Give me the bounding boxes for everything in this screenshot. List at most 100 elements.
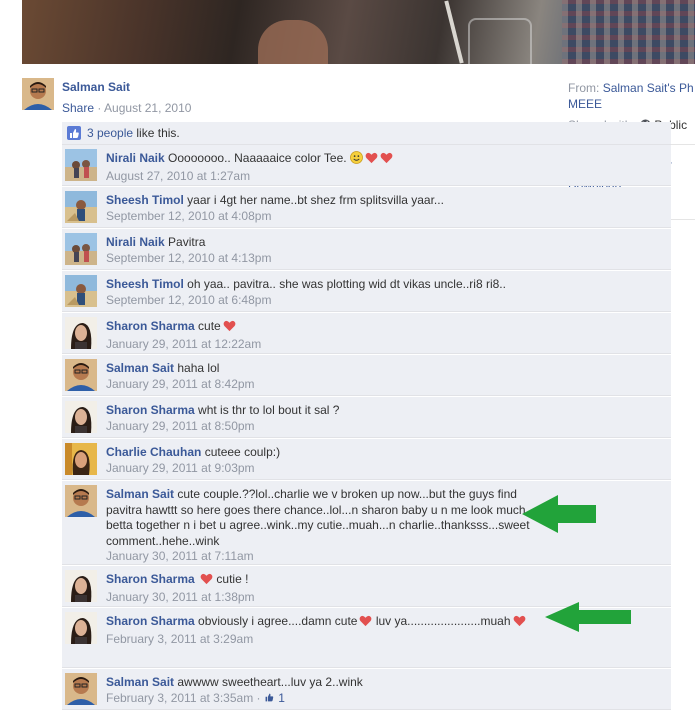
comment-body: Salman Sait cute couple.??lol..charlie w…: [106, 487, 546, 565]
commenter-avatar[interactable]: [65, 233, 97, 265]
comment-body: Sharon Sharma cutie ! January 30, 2011 at…: [106, 572, 546, 605]
commenter-avatar[interactable]: [65, 401, 97, 433]
likes-bar: 3 people like this.: [62, 122, 671, 145]
heart-emoticon-icon: [380, 152, 393, 169]
comment-time-link[interactable]: January 29, 2011 at 9:03pm: [106, 461, 255, 475]
heart-emoticon-icon: [513, 615, 526, 632]
commenter-name[interactable]: Nirali Naik: [106, 151, 165, 165]
comment-body: Nirali Naik Oooooooo.. Naaaaaice color T…: [106, 151, 546, 184]
commenter-avatar[interactable]: [65, 570, 97, 602]
comment-body: Charlie Chauhan cuteee coulp:) January 29…: [106, 445, 546, 476]
comment-timestamp: January 29, 2011 at 12:22am: [106, 337, 546, 353]
comment-time-link[interactable]: January 30, 2011 at 1:38pm: [106, 590, 255, 604]
share-link[interactable]: Share: [62, 101, 94, 115]
smiley-emoticon-icon: [349, 151, 363, 169]
comment-timestamp: January 29, 2011 at 8:42pm: [106, 377, 546, 393]
heart-emoticon-icon: [365, 152, 378, 169]
comment-text: obviously i agree....damn cute: [198, 614, 358, 628]
photo-glass: [468, 18, 532, 64]
commenter-name[interactable]: Salman Sait: [106, 487, 174, 501]
comment-timestamp: January 30, 2011 at 7:11am: [106, 549, 546, 565]
comment-body: Salman Sait haha lol January 29, 2011 at …: [106, 361, 546, 392]
comment-item: Sheesh Timol yaar i 4gt her name..bt she…: [62, 187, 671, 228]
comment-time-link[interactable]: February 3, 2011 at 3:29am: [106, 632, 253, 646]
comment-timestamp: January 29, 2011 at 8:50pm: [106, 419, 546, 435]
thumbs-up-icon: [67, 126, 81, 140]
comment-body: Salman Sait awwww sweetheart...luv ya 2.…: [106, 675, 546, 706]
commenter-name[interactable]: Charlie Chauhan: [106, 445, 201, 459]
photo-straw: [444, 0, 464, 64]
comment-text: cutie !: [216, 572, 249, 586]
comment-text: cuteee coulp:): [204, 445, 281, 459]
comment-timestamp: September 12, 2010 at 6:48pm: [106, 293, 546, 309]
comment-body: Sheesh Timol yaar i 4gt her name..bt she…: [106, 193, 546, 224]
commenter-avatar[interactable]: [65, 612, 97, 644]
comment-text: oh yaa.. pavitra.. she was plotting wid …: [187, 277, 506, 291]
comment-like-count[interactable]: 1: [264, 691, 285, 705]
comment-text: wht is thr to lol bout it sal ?: [198, 403, 340, 417]
comment-body: Sharon Sharma wht is thr to lol bout it …: [106, 403, 546, 434]
likes-suffix: like this.: [136, 126, 180, 140]
heart-emoticon-icon: [359, 615, 372, 632]
comment-time-link[interactable]: August 27, 2010 at 1:27am: [106, 169, 250, 183]
owner-name[interactable]: Salman Sait: [62, 80, 130, 94]
comment-time-link[interactable]: September 12, 2010 at 6:48pm: [106, 293, 271, 307]
meta-separator: ·: [97, 101, 102, 115]
commenter-avatar[interactable]: [65, 149, 97, 181]
from-label: From:: [568, 81, 600, 95]
comment-body: Sheesh Timol oh yaa.. pavitra.. she was …: [106, 277, 546, 308]
comment-time-link[interactable]: September 12, 2010 at 4:13pm: [106, 251, 271, 265]
comment-timestamp: September 12, 2010 at 4:13pm: [106, 251, 546, 267]
comment-item: Salman Sait haha lol January 29, 2011 at …: [62, 355, 671, 396]
commenter-avatar[interactable]: [65, 359, 97, 391]
comment-item: Sheesh Timol oh yaa.. pavitra.. she was …: [62, 271, 671, 312]
post-meta: Share · August 21, 2010: [62, 101, 191, 115]
post-photo[interactable]: [22, 0, 695, 64]
comment-timestamp: February 3, 2011 at 3:35am · 1: [106, 690, 285, 705]
commenter-avatar[interactable]: [65, 485, 97, 517]
comment-item: Salman Sait awwww sweetheart...luv ya 2.…: [62, 669, 671, 710]
comment-time-link[interactable]: February 3, 2011 at 3:35am: [106, 691, 253, 705]
commenter-name[interactable]: Sharon Sharma: [106, 572, 195, 586]
comment-timestamp: August 27, 2010 at 1:27am: [106, 169, 546, 185]
comment-text: awwww sweetheart...luv ya 2..wink: [177, 675, 363, 689]
commenter-name[interactable]: Sharon Sharma: [106, 403, 195, 417]
photo-plaid-shirt: [562, 0, 695, 64]
comment-time-link[interactable]: January 29, 2011 at 8:42pm: [106, 377, 255, 391]
comment-text: Oooooooo.. Naaaaaice color Tee.: [168, 151, 347, 165]
commenter-name[interactable]: Salman Sait: [106, 675, 174, 689]
comment-timestamp: February 3, 2011 at 3:29am: [106, 632, 546, 648]
owner-avatar[interactable]: [22, 78, 54, 110]
comment-text: haha lol: [177, 361, 220, 375]
commenter-name[interactable]: Salman Sait: [106, 361, 174, 375]
comment-timestamp: September 12, 2010 at 4:08pm: [106, 209, 546, 225]
comment-item: Sharon Sharma cute January 29, 2011 at 12…: [62, 313, 671, 354]
commenter-name[interactable]: Nirali Naik: [106, 235, 165, 249]
comment-time-link[interactable]: January 29, 2011 at 12:22am: [106, 337, 261, 351]
comment-time-link[interactable]: January 30, 2011 at 7:11am: [106, 549, 254, 563]
like-count-value: 1: [278, 690, 285, 705]
heart-emoticon-icon: [223, 320, 236, 337]
thumbs-up-icon: [265, 693, 274, 701]
commenter-avatar[interactable]: [65, 443, 97, 475]
heart-emoticon-icon: [200, 573, 213, 590]
comment-time-link[interactable]: September 12, 2010 at 4:08pm: [106, 209, 271, 223]
commenter-name[interactable]: Sheesh Timol: [106, 193, 184, 207]
from-line: From: Salman Sait's Ph MEEE: [568, 80, 695, 112]
commenter-avatar[interactable]: [65, 191, 97, 223]
commenter-name[interactable]: Sharon Sharma: [106, 319, 195, 333]
comment-body: Sharon Sharma obviously i agree....damn …: [106, 614, 546, 647]
comment-time-link[interactable]: January 29, 2011 at 8:50pm: [106, 419, 255, 433]
comment-item: Nirali Naik Oooooooo.. Naaaaaice color T…: [62, 145, 671, 186]
photo-hand: [258, 20, 328, 64]
post-date[interactable]: August 21, 2010: [104, 101, 191, 115]
comment-text: yaar i 4gt her name..bt shez frm splitsv…: [187, 193, 444, 207]
comment-text: Pavitra: [168, 235, 206, 249]
commenter-name[interactable]: Sheesh Timol: [106, 277, 184, 291]
likes-count-link[interactable]: 3 people: [87, 126, 133, 140]
commenter-name[interactable]: Sharon Sharma: [106, 614, 195, 628]
commenter-avatar[interactable]: [65, 673, 97, 705]
commenter-avatar[interactable]: [65, 275, 97, 307]
commenter-avatar[interactable]: [65, 317, 97, 349]
comment-text: cute: [198, 319, 221, 333]
